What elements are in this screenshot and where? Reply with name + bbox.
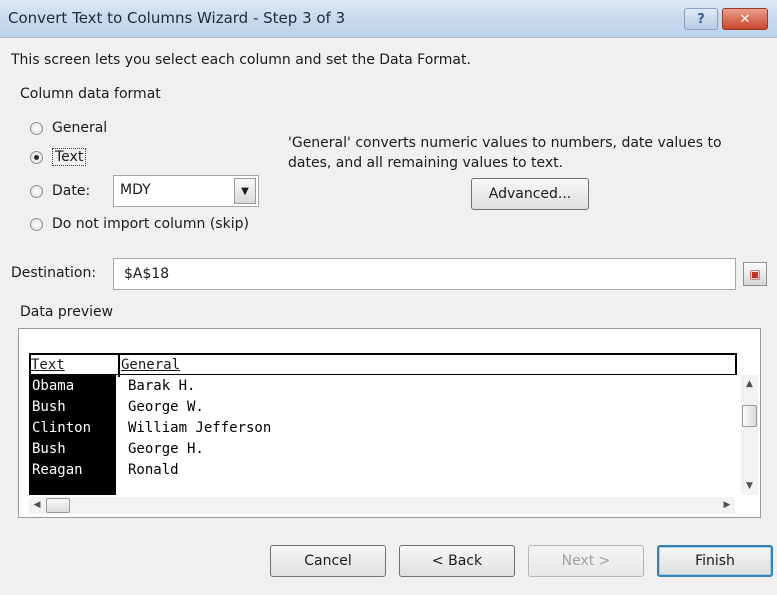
next-button-label: Next > xyxy=(561,553,611,569)
preview-header-row[interactable]: Text General xyxy=(29,353,737,377)
radio-date-label[interactable]: Date: xyxy=(52,183,90,199)
radio-skip-label[interactable]: Do not import column (skip) xyxy=(52,216,249,232)
cell-last-name: Bush xyxy=(32,399,66,415)
cancel-button[interactable]: Cancel xyxy=(270,545,386,577)
chevron-down-icon[interactable]: ▼ xyxy=(234,178,256,204)
data-preview-panel[interactable]: Text General Obama Barak H. Bush George … xyxy=(18,328,761,518)
cell-last-name: Clinton xyxy=(32,420,92,436)
destination-label: Destination: xyxy=(11,265,97,281)
cell-first-name: Ronald xyxy=(128,462,179,478)
close-icon: ✕ xyxy=(739,11,751,27)
back-button[interactable]: < Back xyxy=(399,545,515,577)
convert-text-to-columns-dialog: Convert Text to Columns Wizard - Step 3 … xyxy=(0,0,777,595)
cell-first-name: William Jefferson xyxy=(128,420,272,436)
finish-button[interactable]: Finish xyxy=(657,545,773,577)
help-icon: ? xyxy=(697,11,705,27)
vertical-scroll-thumb[interactable] xyxy=(742,405,757,427)
cell-last-name: Bush xyxy=(32,441,66,457)
scroll-down-icon[interactable]: ▼ xyxy=(741,479,758,493)
scroll-right-icon[interactable]: ▶ xyxy=(719,497,735,514)
finish-button-label: Finish xyxy=(695,553,735,569)
destination-input[interactable]: $A$18 xyxy=(113,258,736,290)
advanced-button[interactable]: Advanced... xyxy=(471,178,589,210)
column-header-text[interactable]: Text xyxy=(31,357,65,373)
radio-text-label[interactable]: Text xyxy=(52,148,87,166)
table-row: Bush George W. xyxy=(30,398,738,419)
table-row: Bush George H. xyxy=(30,440,738,461)
table-row: Clinton William Jefferson xyxy=(30,419,738,440)
data-preview-grid[interactable]: Text General Obama Barak H. Bush George … xyxy=(29,353,737,495)
cancel-button-label: Cancel xyxy=(304,553,352,569)
date-format-dropdown[interactable]: MDY ▼ xyxy=(113,175,259,207)
horizontal-scrollbar[interactable]: ◀ ▶ xyxy=(29,497,735,514)
help-button[interactable]: ? xyxy=(684,8,718,30)
next-button[interactable]: Next > xyxy=(528,545,644,577)
close-button[interactable]: ✕ xyxy=(722,8,768,30)
back-button-label: < Back xyxy=(431,553,483,569)
radio-text-icon[interactable] xyxy=(30,150,43,164)
title-bar[interactable]: Convert Text to Columns Wizard - Step 3 … xyxy=(0,0,777,38)
column-divider xyxy=(118,353,120,377)
intro-text: This screen lets you select each column … xyxy=(11,52,471,68)
radio-general-label[interactable]: General xyxy=(52,120,107,136)
advanced-button-label: Advanced... xyxy=(488,186,572,202)
column-data-format-label: Column data format xyxy=(20,86,161,102)
horizontal-scroll-thumb[interactable] xyxy=(46,498,70,513)
window-title: Convert Text to Columns Wizard - Step 3 … xyxy=(8,9,346,27)
table-row: Reagan Ronald xyxy=(30,461,738,482)
radio-text[interactable]: Text xyxy=(30,146,87,168)
radio-date-icon[interactable] xyxy=(30,184,43,198)
cell-first-name: Barak H. xyxy=(128,378,196,394)
cell-last-name: Obama xyxy=(32,378,75,394)
destination-value: $A$18 xyxy=(124,266,170,282)
radio-general-icon[interactable] xyxy=(30,121,43,135)
radio-general[interactable]: General xyxy=(30,117,107,139)
collapse-dialog-button[interactable]: ▣ xyxy=(743,262,767,286)
vertical-scrollbar[interactable]: ▲ ▼ xyxy=(741,375,758,495)
preview-rows: Obama Barak H. Bush George W. Clinton Wi… xyxy=(29,375,737,495)
radio-skip[interactable]: Do not import column (skip) xyxy=(30,213,249,235)
cell-first-name: George H. xyxy=(128,441,204,457)
table-row: Obama Barak H. xyxy=(30,377,738,398)
cell-first-name: George W. xyxy=(128,399,204,415)
scroll-left-icon[interactable]: ◀ xyxy=(29,497,45,514)
scroll-up-icon[interactable]: ▲ xyxy=(741,377,758,391)
radio-date[interactable]: Date: xyxy=(30,180,90,202)
radio-skip-icon[interactable] xyxy=(30,217,43,231)
range-select-icon: ▣ xyxy=(749,267,761,281)
cell-last-name: Reagan xyxy=(32,462,83,478)
format-description: 'General' converts numeric values to num… xyxy=(288,135,722,171)
data-preview-label: Data preview xyxy=(20,304,114,320)
date-format-value: MDY xyxy=(120,182,151,198)
column-header-general[interactable]: General xyxy=(121,357,180,373)
